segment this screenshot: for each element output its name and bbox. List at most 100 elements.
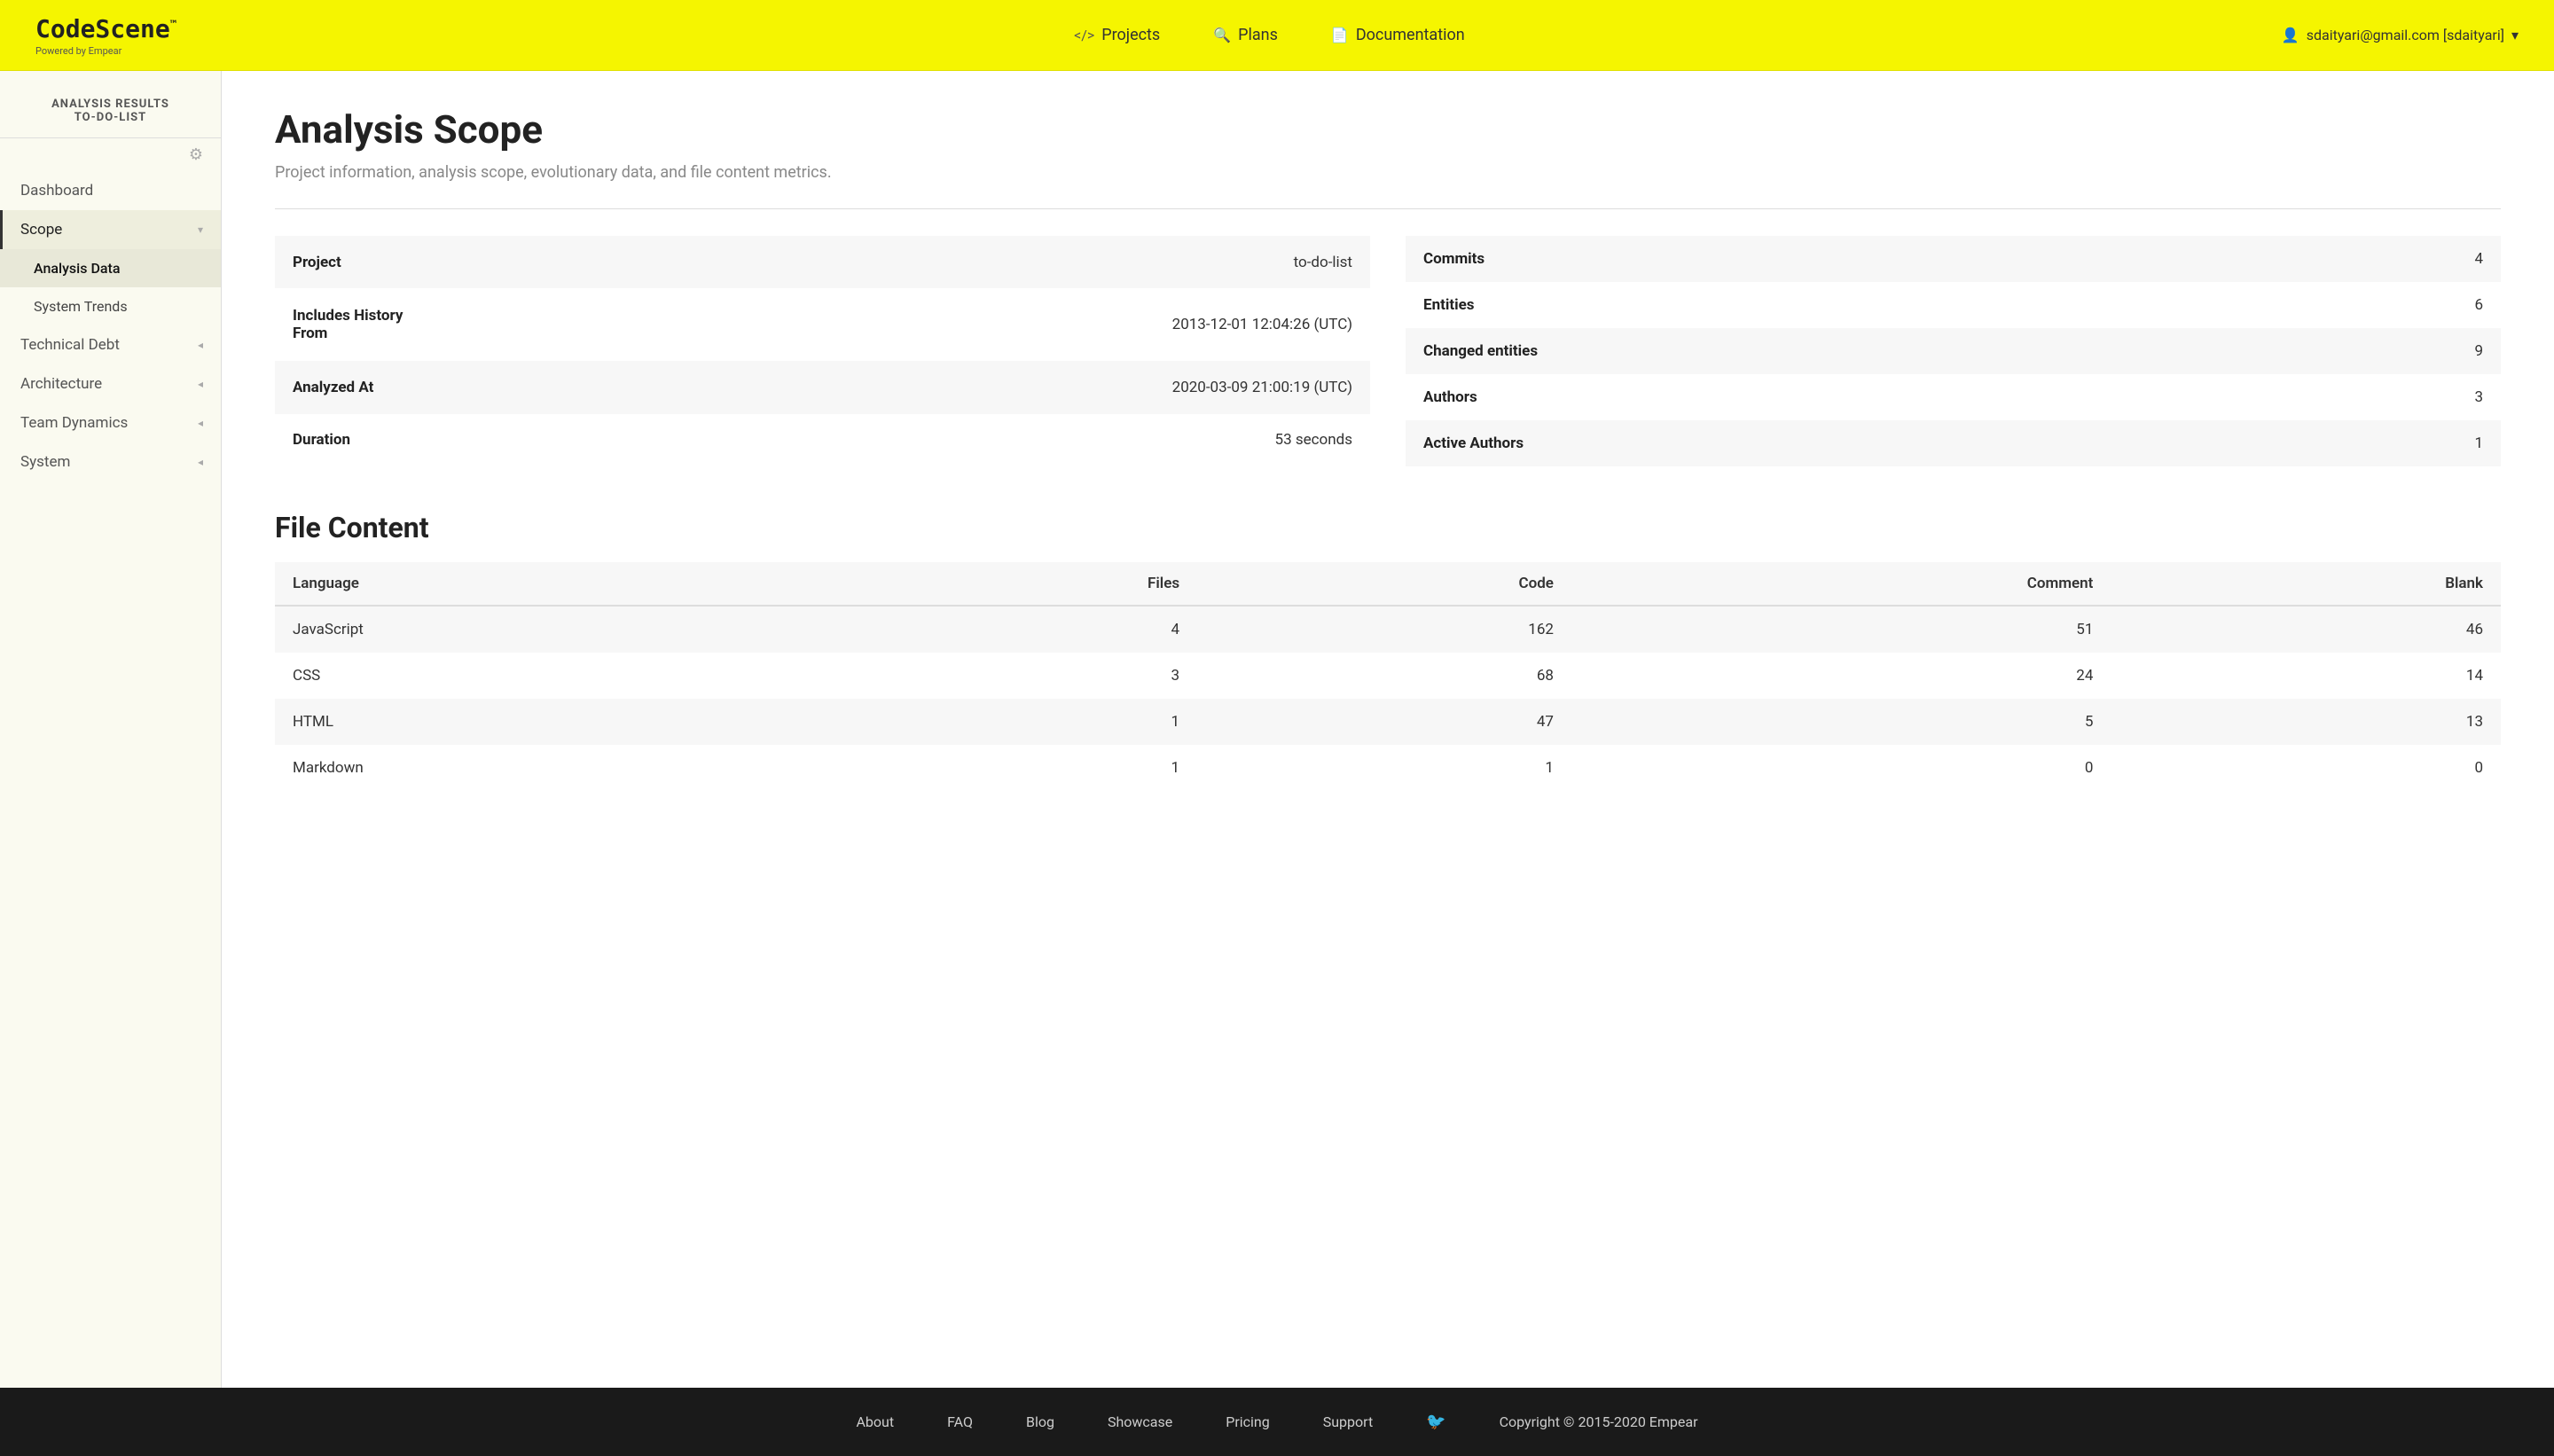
col-comment: Comment	[1571, 562, 2111, 606]
nav-documentation[interactable]: 📄 Documentation	[1331, 26, 1465, 44]
stats-table: Commits 4 Entities 6 Changed entities 9 …	[1406, 236, 2501, 466]
stat-label: Authors	[1406, 374, 1583, 420]
sidebar-item-label: Team Dynamics	[20, 414, 128, 432]
cell-files: 1	[839, 699, 1197, 745]
sidebar-item-label: System	[20, 453, 70, 471]
main-nav: </> Projects 🔍 Plans 📄 Documentation	[257, 26, 2282, 44]
cell-language: HTML	[275, 699, 839, 745]
cell-code: 1	[1197, 745, 1571, 791]
nav-plans[interactable]: 🔍 Plans	[1213, 26, 1278, 44]
sidebar-item-system[interactable]: System ◂	[0, 442, 221, 481]
stat-label: Changed entities	[1406, 328, 1583, 374]
footer-support[interactable]: Support	[1323, 1413, 1373, 1430]
twitter-icon[interactable]: 🐦	[1426, 1413, 1445, 1431]
sidebar-title: ANALYSIS RESULTS	[18, 98, 203, 111]
logo-text: CodeScene	[35, 14, 170, 43]
sidebar-item-label: Analysis Data	[34, 260, 120, 277]
sidebar-header: ANALYSIS RESULTS TO-DO-LIST	[0, 89, 221, 138]
page-title: Analysis Scope	[275, 106, 2501, 153]
nav-projects[interactable]: </> Projects	[1074, 26, 1160, 44]
info-label: Duration	[275, 414, 452, 466]
sidebar-item-scope[interactable]: Scope ▾	[0, 210, 221, 249]
logo-title: CodeScene™	[35, 14, 257, 43]
table-row: Includes History From 2013-12-01 12:04:2…	[275, 288, 1370, 361]
sidebar-item-label: Dashboard	[20, 182, 93, 200]
sidebar-item-label: System Trends	[34, 298, 128, 315]
footer-copyright: Copyright © 2015-2020 Empear	[1500, 1413, 1698, 1430]
col-language: Language	[275, 562, 839, 606]
cell-comment: 51	[1571, 606, 2111, 653]
table-row: Active Authors 1	[1406, 420, 2501, 466]
cell-blank: 0	[2111, 745, 2501, 791]
table-row: Project to-do-list	[275, 236, 1370, 288]
code-icon: </>	[1074, 27, 1094, 43]
cell-code: 68	[1197, 653, 1571, 699]
sidebar-item-analysis-data[interactable]: Analysis Data	[0, 249, 221, 287]
stat-value: 4	[1583, 236, 2501, 282]
nav-plans-label: Plans	[1238, 26, 1278, 44]
stat-value: 1	[1583, 420, 2501, 466]
page-subtitle: Project information, analysis scope, evo…	[275, 163, 2501, 182]
chevron-down-icon: ▾	[2511, 27, 2519, 43]
table-row: Authors 3	[1406, 374, 2501, 420]
cell-files: 4	[839, 606, 1197, 653]
chevron-icon: ◂	[198, 378, 203, 390]
footer-about[interactable]: About	[856, 1413, 894, 1430]
main-content: Analysis Scope Project information, anal…	[222, 71, 2554, 1388]
table-row: JavaScript 4 162 51 46	[275, 606, 2501, 653]
info-label: Analyzed At	[275, 361, 452, 413]
divider	[275, 208, 2501, 209]
sidebar: ANALYSIS RESULTS TO-DO-LIST ⚙ Dashboard …	[0, 71, 222, 1388]
chevron-icon: ◂	[198, 417, 203, 429]
sidebar-item-system-trends[interactable]: System Trends	[0, 287, 221, 325]
user-label: sdaityari@gmail.com [sdaityari]	[2307, 27, 2504, 43]
stat-label: Active Authors	[1406, 420, 1583, 466]
cell-files: 3	[839, 653, 1197, 699]
logo-tm: ™	[170, 18, 176, 30]
footer-blog[interactable]: Blog	[1026, 1413, 1054, 1430]
col-blank: Blank	[2111, 562, 2501, 606]
sidebar-item-dashboard[interactable]: Dashboard	[0, 171, 221, 210]
table-header-row: Language Files Code Comment Blank	[275, 562, 2501, 606]
cell-language: CSS	[275, 653, 839, 699]
table-row: Changed entities 9	[1406, 328, 2501, 374]
sidebar-item-label: Scope	[20, 221, 62, 239]
footer-showcase[interactable]: Showcase	[1108, 1413, 1172, 1430]
cell-language: Markdown	[275, 745, 839, 791]
table-row: Entities 6	[1406, 282, 2501, 328]
footer: About FAQ Blog Showcase Pricing Support …	[0, 1388, 2554, 1456]
info-value: 2013-12-01 12:04:26 (UTC)	[452, 288, 1370, 361]
cell-blank: 46	[2111, 606, 2501, 653]
table-row: Analyzed At 2020-03-09 21:00:19 (UTC)	[275, 361, 1370, 413]
cell-code: 47	[1197, 699, 1571, 745]
table-row: Commits 4	[1406, 236, 2501, 282]
plans-icon: 🔍	[1213, 27, 1231, 43]
info-value: to-do-list	[452, 236, 1370, 288]
layout: ANALYSIS RESULTS TO-DO-LIST ⚙ Dashboard …	[0, 71, 2554, 1388]
col-files: Files	[839, 562, 1197, 606]
sidebar-item-technical-debt[interactable]: Technical Debt ◂	[0, 325, 221, 364]
cell-comment: 0	[1571, 745, 2111, 791]
user-icon: 👤	[2282, 27, 2299, 43]
cell-comment: 24	[1571, 653, 2111, 699]
footer-faq[interactable]: FAQ	[947, 1413, 973, 1430]
sidebar-item-team-dynamics[interactable]: Team Dynamics ◂	[0, 403, 221, 442]
nav-documentation-label: Documentation	[1356, 26, 1465, 44]
cell-files: 1	[839, 745, 1197, 791]
footer-pricing[interactable]: Pricing	[1226, 1413, 1270, 1430]
file-content-table: Language Files Code Comment Blank JavaSc…	[275, 562, 2501, 791]
col-code: Code	[1197, 562, 1571, 606]
logo-sub: Powered by Empear	[35, 45, 257, 57]
file-content-title: File Content	[275, 511, 2501, 544]
user-menu[interactable]: 👤 sdaityari@gmail.com [sdaityari] ▾	[2282, 27, 2519, 43]
gear-icon[interactable]: ⚙	[0, 138, 221, 171]
stat-value: 9	[1583, 328, 2501, 374]
stat-label: Commits	[1406, 236, 1583, 282]
sidebar-item-label: Architecture	[20, 375, 102, 393]
nav-projects-label: Projects	[1101, 26, 1160, 44]
info-grid: Project to-do-list Includes History From…	[275, 236, 2501, 466]
sidebar-item-architecture[interactable]: Architecture ◂	[0, 364, 221, 403]
info-value: 53 seconds	[452, 414, 1370, 466]
logo-area: CodeScene™ Powered by Empear	[35, 14, 257, 57]
table-row: HTML 1 47 5 13	[275, 699, 2501, 745]
